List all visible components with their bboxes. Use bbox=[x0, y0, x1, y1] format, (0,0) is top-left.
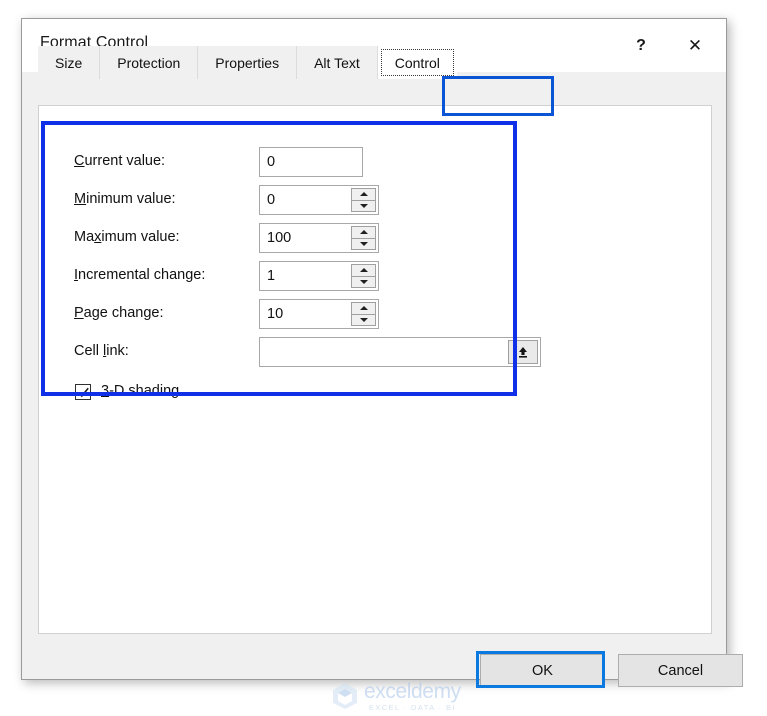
input-incremental-change[interactable] bbox=[260, 262, 351, 290]
spinner-up-icon[interactable] bbox=[352, 303, 375, 315]
close-icon[interactable]: ✕ bbox=[672, 19, 718, 72]
tab-list: Size Protection Properties Alt Text Control bbox=[38, 46, 457, 79]
label-pre: Cell bbox=[74, 343, 104, 359]
tab-label: Alt Text bbox=[314, 54, 360, 71]
label-cell-link: Cell link: bbox=[74, 343, 129, 359]
spinner-up-icon[interactable] bbox=[352, 189, 375, 201]
help-icon[interactable]: ? bbox=[618, 19, 664, 72]
spinner-down-icon[interactable] bbox=[352, 238, 375, 249]
tab-size[interactable]: Size bbox=[38, 46, 101, 79]
input-maximum-value[interactable] bbox=[260, 224, 351, 252]
spinner-page-change bbox=[351, 302, 376, 326]
label-post: inimum value: bbox=[86, 191, 176, 207]
input-minimum-value[interactable] bbox=[260, 186, 351, 214]
form-row-maximum-value: Maximum value: bbox=[74, 223, 534, 261]
checkbox-3d-shading[interactable] bbox=[75, 384, 91, 400]
input-page-change[interactable] bbox=[260, 300, 351, 328]
tab-label: Protection bbox=[117, 54, 181, 71]
spinner-down-icon[interactable] bbox=[352, 276, 375, 287]
control-form: Current value: Minimum value: Maximum valu… bbox=[74, 147, 541, 411]
form-row-page-change: Page change: bbox=[74, 299, 534, 337]
tab-alt-text[interactable]: Alt Text bbox=[297, 46, 378, 79]
form-row-cell-link: Cell link: bbox=[74, 337, 541, 375]
label-post: urrent value: bbox=[84, 153, 166, 169]
spinner-down-icon[interactable] bbox=[352, 200, 375, 211]
spinner-up-icon[interactable] bbox=[352, 265, 375, 277]
label-post: age change: bbox=[83, 305, 164, 321]
field-page-change bbox=[259, 299, 379, 329]
label-minimum-value: Minimum value: bbox=[74, 191, 176, 207]
field-minimum-value bbox=[259, 185, 379, 215]
form-row-current-value: Current value: bbox=[74, 147, 534, 185]
label-accelerator: C bbox=[74, 153, 85, 169]
label-incremental-change: Incremental change: bbox=[74, 267, 205, 283]
exceldemy-watermark: exceldemy EXCEL · DATA · BI bbox=[332, 681, 461, 712]
label-current-value: Current value: bbox=[74, 153, 165, 169]
tab-label: Properties bbox=[215, 54, 280, 71]
label-pre: Ma bbox=[74, 229, 95, 245]
watermark-subtitle: EXCEL · DATA · BI bbox=[368, 703, 456, 712]
field-maximum-value bbox=[259, 223, 379, 253]
spinner-maximum-value bbox=[351, 226, 376, 250]
tab-properties[interactable]: Properties bbox=[198, 46, 298, 79]
checkbox-label-3d-shading: 3-D shading bbox=[101, 383, 179, 399]
tab-label: Size bbox=[55, 54, 83, 71]
label-post: ncremental change: bbox=[78, 267, 206, 283]
field-cell-link bbox=[259, 337, 541, 367]
watermark-name: exceldemy bbox=[364, 680, 461, 703]
range-picker-icon[interactable] bbox=[508, 340, 538, 364]
form-row-incremental-change: Incremental change: bbox=[74, 261, 534, 299]
exceldemy-logo-icon bbox=[333, 683, 357, 710]
field-current-value bbox=[259, 147, 363, 177]
label-page-change: Page change: bbox=[74, 305, 164, 321]
spinner-incremental-change bbox=[351, 264, 376, 288]
spinner-minimum-value bbox=[351, 188, 376, 212]
input-current-value[interactable] bbox=[260, 148, 362, 176]
field-incremental-change bbox=[259, 261, 379, 291]
format-control-dialog: Format Control ? ✕ Size Protection Propert… bbox=[21, 18, 743, 711]
ok-button[interactable]: OK bbox=[480, 654, 605, 687]
checkbox-row-3d-shading[interactable]: 3-D shading bbox=[74, 381, 534, 411]
label-post: imum value: bbox=[101, 229, 180, 245]
tab-control[interactable]: Control bbox=[377, 46, 457, 79]
label-accelerator: P bbox=[74, 305, 84, 321]
cancel-button[interactable]: Cancel bbox=[618, 654, 743, 687]
tab-label: Control bbox=[394, 54, 440, 71]
spinner-up-icon[interactable] bbox=[352, 227, 375, 239]
input-cell-link[interactable] bbox=[260, 338, 508, 366]
check-label-post: -D shading bbox=[109, 383, 180, 399]
label-post: ink: bbox=[106, 343, 129, 359]
label-accelerator: M bbox=[74, 191, 87, 207]
tab-protection[interactable]: Protection bbox=[100, 46, 199, 79]
spinner-down-icon[interactable] bbox=[352, 314, 375, 325]
form-row-minimum-value: Minimum value: bbox=[74, 185, 534, 223]
label-maximum-value: Maximum value: bbox=[74, 229, 180, 245]
check-label-accelerator: 3 bbox=[101, 383, 110, 399]
